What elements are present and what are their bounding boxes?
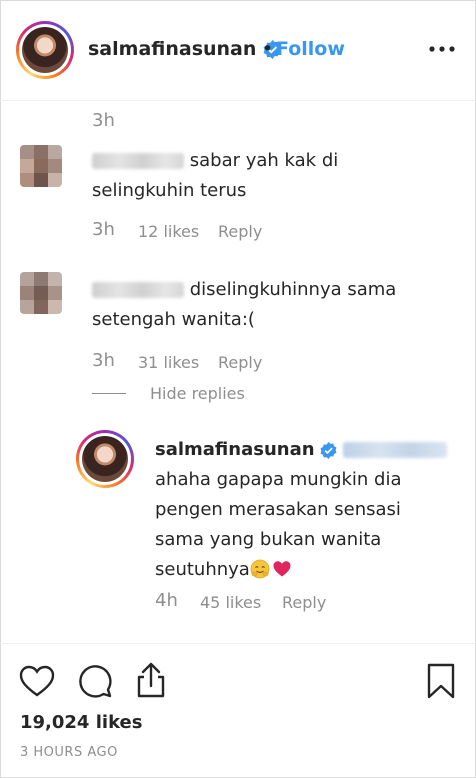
header-username[interactable]: salmafinasunan xyxy=(88,38,282,60)
hugging-face-emoji-icon xyxy=(250,559,270,579)
comment-icon[interactable] xyxy=(76,662,114,700)
reply-line: sama yang bukan wanita xyxy=(155,529,382,550)
commenter-avatar[interactable] xyxy=(20,145,62,187)
reply-line: ahaha gapapa mungkin dia xyxy=(155,469,402,490)
reply-username[interactable]: salmafinasunan xyxy=(155,439,315,460)
share-icon[interactable] xyxy=(133,660,169,700)
reply-button[interactable]: Reply xyxy=(282,593,326,612)
hide-replies-line xyxy=(92,393,126,394)
reply-text: salmafinasunan ahaha gapapa mungkin dia … xyxy=(155,435,455,585)
comment-time: 3h xyxy=(92,219,115,240)
reply-time: 4h xyxy=(155,590,178,611)
comment-line: diselingkuhinnya sama xyxy=(189,279,397,300)
reply-button[interactable]: Reply xyxy=(218,353,262,372)
blurred-username[interactable] xyxy=(92,153,184,169)
follow-button[interactable]: Follow xyxy=(276,38,345,60)
comment-likes[interactable]: 12 likes xyxy=(138,222,199,241)
reply-button[interactable]: Reply xyxy=(218,222,262,241)
blurred-username[interactable] xyxy=(92,282,184,298)
comment-line: setengah wanita:( xyxy=(92,309,255,330)
post-header: salmafinasunan • Follow xyxy=(0,0,476,101)
commenter-avatar[interactable] xyxy=(20,272,62,314)
reply-line: seutuhnya xyxy=(155,559,250,580)
header-separator: • xyxy=(262,38,274,60)
comment-time: 3h xyxy=(92,350,115,371)
comment-likes[interactable]: 31 likes xyxy=(138,353,199,372)
post-timestamp: 3 HOURS AGO xyxy=(20,745,118,760)
reply-avatar[interactable] xyxy=(76,430,134,488)
comment-text: sabar yah kak di selingkuhin terus xyxy=(92,146,462,206)
save-bookmark-icon[interactable] xyxy=(425,662,457,700)
verified-badge-icon xyxy=(320,441,337,459)
reply-likes[interactable]: 45 likes xyxy=(200,593,261,612)
comment-time: 3h xyxy=(92,110,115,131)
red-heart-emoji-icon xyxy=(273,561,291,577)
actions-divider xyxy=(0,643,476,644)
comment-line: selingkuhin terus xyxy=(92,180,247,201)
hide-replies-button[interactable]: Hide replies xyxy=(150,384,245,403)
header-username-text[interactable]: salmafinasunan xyxy=(88,38,256,60)
likes-count[interactable]: 19,024 likes xyxy=(20,712,142,733)
more-options-icon[interactable] xyxy=(428,40,456,58)
blurred-mention[interactable] xyxy=(343,442,448,458)
profile-avatar[interactable] xyxy=(16,21,74,79)
comment-line: sabar yah kak di xyxy=(189,150,339,171)
reply-line: pengen merasakan sensasi xyxy=(155,499,401,520)
like-heart-icon[interactable] xyxy=(18,664,56,698)
comment-text: diselingkuhinnya sama setengah wanita:( xyxy=(92,275,462,335)
